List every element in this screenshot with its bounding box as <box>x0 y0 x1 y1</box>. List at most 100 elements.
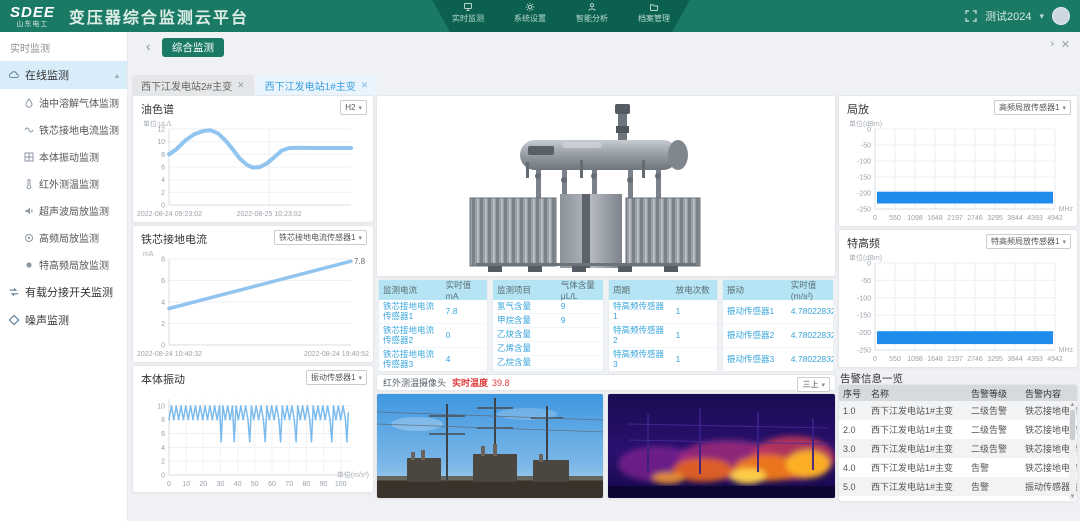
sidebar-item-target[interactable]: 高频局放监测 <box>0 224 127 251</box>
fullscreen-icon[interactable] <box>965 10 977 22</box>
chevron-down-icon[interactable]: ▾ <box>1039 11 1044 22</box>
svg-text:1098: 1098 <box>907 215 923 222</box>
avatar[interactable] <box>1052 7 1070 25</box>
realtime-data-tables: 监测电流实时值mA铁芯接地电流传感器17.8铁芯接地电流传感器20铁芯接地电流传… <box>376 279 836 372</box>
sidebar-item-grid[interactable]: 本体振动监测 <box>0 143 127 170</box>
chart-uhf: 0-50-100-150-200-25005501098164821972746… <box>841 251 1075 365</box>
svg-text:4393: 4393 <box>1027 356 1043 363</box>
alarm-row[interactable]: 3.0西下江发电站1#主变二级告警铁芯接地电流告警 <box>839 439 1077 458</box>
substation-camera-image[interactable] <box>376 393 604 499</box>
nav-item-monitor[interactable]: 实时监测 <box>446 2 490 32</box>
sidebar-group-cloud[interactable]: 在线监测▴ <box>0 61 127 89</box>
sensor-selector[interactable]: 高频局放传感器1▾ <box>994 100 1071 115</box>
nav-item-label: 系统设置 <box>514 13 546 24</box>
sidebar-group-switch[interactable]: 有载分接开关监测 <box>0 278 127 306</box>
column-header: 监测电流 <box>379 284 442 296</box>
tab-station-2[interactable]: 西下江发电站1#主变✕ <box>256 75 378 95</box>
cell-value: 1 <box>672 307 717 317</box>
back-icon[interactable]: ‹ <box>146 38 151 54</box>
sidebar-item-thermo[interactable]: 红外测温监测 <box>0 170 127 197</box>
column-header: 放电次数 <box>672 284 717 296</box>
chart-title: 特高频 <box>847 235 880 251</box>
nav-item-gear[interactable]: 系统设置 <box>508 2 552 32</box>
scrollbar-thumb[interactable] <box>1070 410 1075 440</box>
alarm-row[interactable]: 1.0西下江发电站1#主变二级告警铁芯接地电流告警 <box>839 401 1077 420</box>
table-row[interactable]: 铁芯接地电流传感器17.8 <box>379 300 487 324</box>
overview-button[interactable]: 综合监测 <box>162 38 224 57</box>
table-row[interactable]: 特高频传感器31 <box>609 348 717 372</box>
table-row[interactable]: 乙烷含量 <box>493 356 603 370</box>
tab-station-1[interactable]: 西下江发电站2#主变✕ <box>132 75 254 95</box>
table-row[interactable]: 振动传感器24.780228327 <box>723 324 833 348</box>
table-row[interactable]: 特高频传感器21 <box>609 324 717 348</box>
expand-icon[interactable]: › <box>1050 38 1054 50</box>
svg-text:单位(dBm): 单位(dBm) <box>849 253 882 262</box>
alarm-row[interactable]: 4.0西下江发电站1#主变告警铁芯接地电流告警 <box>839 458 1077 477</box>
target-icon <box>24 233 34 243</box>
gear-icon <box>525 2 535 12</box>
table-row[interactable]: 氢气含量9 <box>493 300 603 314</box>
svg-text:-250: -250 <box>857 348 871 355</box>
table-row[interactable]: 特高频传感器11 <box>609 300 717 324</box>
alarm-row[interactable]: 2.0西下江发电站1#主变二级告警铁芯接地电流告警 <box>839 420 1077 439</box>
sensor-selector[interactable]: H2▾ <box>340 100 367 115</box>
table-row[interactable]: 铁芯接地电流传感器34 <box>379 348 487 372</box>
column-header: 振动 <box>723 284 787 296</box>
nav-item-archive[interactable]: 档案管理 <box>632 2 676 32</box>
table-row[interactable]: 铁芯接地电流传感器20 <box>379 324 487 348</box>
column-header: 监测项目 <box>493 284 557 296</box>
alarm-table: 序号名称告警等级告警内容1.0西下江发电站1#主变二级告警铁芯接地电流告警2.0… <box>838 384 1078 502</box>
svg-text:550: 550 <box>889 356 901 363</box>
subtable-header: 振动实时值(m/s²) <box>723 280 833 300</box>
svg-text:4393: 4393 <box>1027 215 1043 222</box>
archive-icon <box>649 2 659 12</box>
svg-text:-100: -100 <box>857 295 871 302</box>
sidebar-item-wave[interactable]: 铁芯接地电流监测 <box>0 116 127 143</box>
close-icon[interactable]: ✕ <box>1061 38 1070 51</box>
drop-icon <box>24 98 34 108</box>
sensor-selector-value: H2 <box>345 103 355 112</box>
user-name[interactable]: 测试2024 <box>985 8 1031 24</box>
chart-title: 油色谱 <box>141 101 174 117</box>
tab-close-icon[interactable]: ✕ <box>237 80 245 91</box>
nav-item-label: 智能分析 <box>576 13 608 24</box>
svg-text:40: 40 <box>234 481 242 488</box>
alarm-cell: 5.0 <box>839 482 867 492</box>
transformer-3d-model[interactable] <box>432 102 762 274</box>
scroll-down-icon[interactable]: ▼ <box>1069 494 1076 500</box>
scrollbar[interactable]: ▲▼ <box>1069 402 1076 500</box>
sensor-selector[interactable]: 铁芯接地电流传感器1▾ <box>274 230 367 245</box>
sidebar-group-diamond[interactable]: 噪声监测 <box>0 306 127 334</box>
alarm-row[interactable]: 6.0西下江发电站1#主变二级告警油色谱告警 <box>839 496 1077 502</box>
sidebar-item-label: 超声波局放监测 <box>39 203 109 218</box>
sidebar-item-drop[interactable]: 油中溶解气体监测 <box>0 89 127 116</box>
camera-position-value: 三上 <box>802 379 818 390</box>
thermal-camera-image[interactable] <box>607 393 836 499</box>
sidebar-item-label: 油中溶解气体监测 <box>39 95 119 110</box>
sound-icon <box>24 206 34 216</box>
table-row[interactable]: 振动传感器34.780228327 <box>723 348 833 372</box>
cell-label: 振动传感器3 <box>723 355 787 365</box>
table-row[interactable]: 甲烷含量9 <box>493 314 603 328</box>
nav-item-analysis[interactable]: 智能分析 <box>570 2 614 32</box>
camera-position-selector[interactable]: 三上 ▾ <box>797 377 830 392</box>
chevron-up-icon: ▴ <box>115 71 119 80</box>
table-row[interactable]: 振动传感器14.780228327 <box>723 300 833 324</box>
chart-title: 铁芯接地电流 <box>141 231 207 247</box>
tab-close-icon[interactable]: ✕ <box>361 80 369 91</box>
svg-text:8: 8 <box>161 152 165 159</box>
table-row[interactable]: 乙炔含量 <box>493 328 603 342</box>
svg-text:2022-08-24 19:40:52: 2022-08-24 19:40:52 <box>304 351 369 358</box>
chart-vib: 02468100102030405060708090100单位(m/s²) <box>135 387 371 490</box>
cell-label: 氢气含量 <box>493 302 557 312</box>
sidebar-item-dot[interactable]: 特高频局放监测 <box>0 251 127 278</box>
sensor-selector-value: 高频局放传感器1 <box>999 102 1059 113</box>
table-row[interactable]: 乙烯含量 <box>493 342 603 356</box>
alarm-cell: 西下江发电站1#主变 <box>867 404 967 417</box>
sensor-selector[interactable]: 振动传感器1▾ <box>306 370 367 385</box>
sensor-selector[interactable]: 特高频局放传感器1▾ <box>986 234 1071 249</box>
svg-text:-150: -150 <box>857 313 871 320</box>
alarm-cell: 西下江发电站1#主变 <box>867 480 967 493</box>
alarm-row[interactable]: 5.0西下江发电站1#主变告警振动传感器告警 <box>839 477 1077 496</box>
sidebar-item-sound[interactable]: 超声波局放监测 <box>0 197 127 224</box>
